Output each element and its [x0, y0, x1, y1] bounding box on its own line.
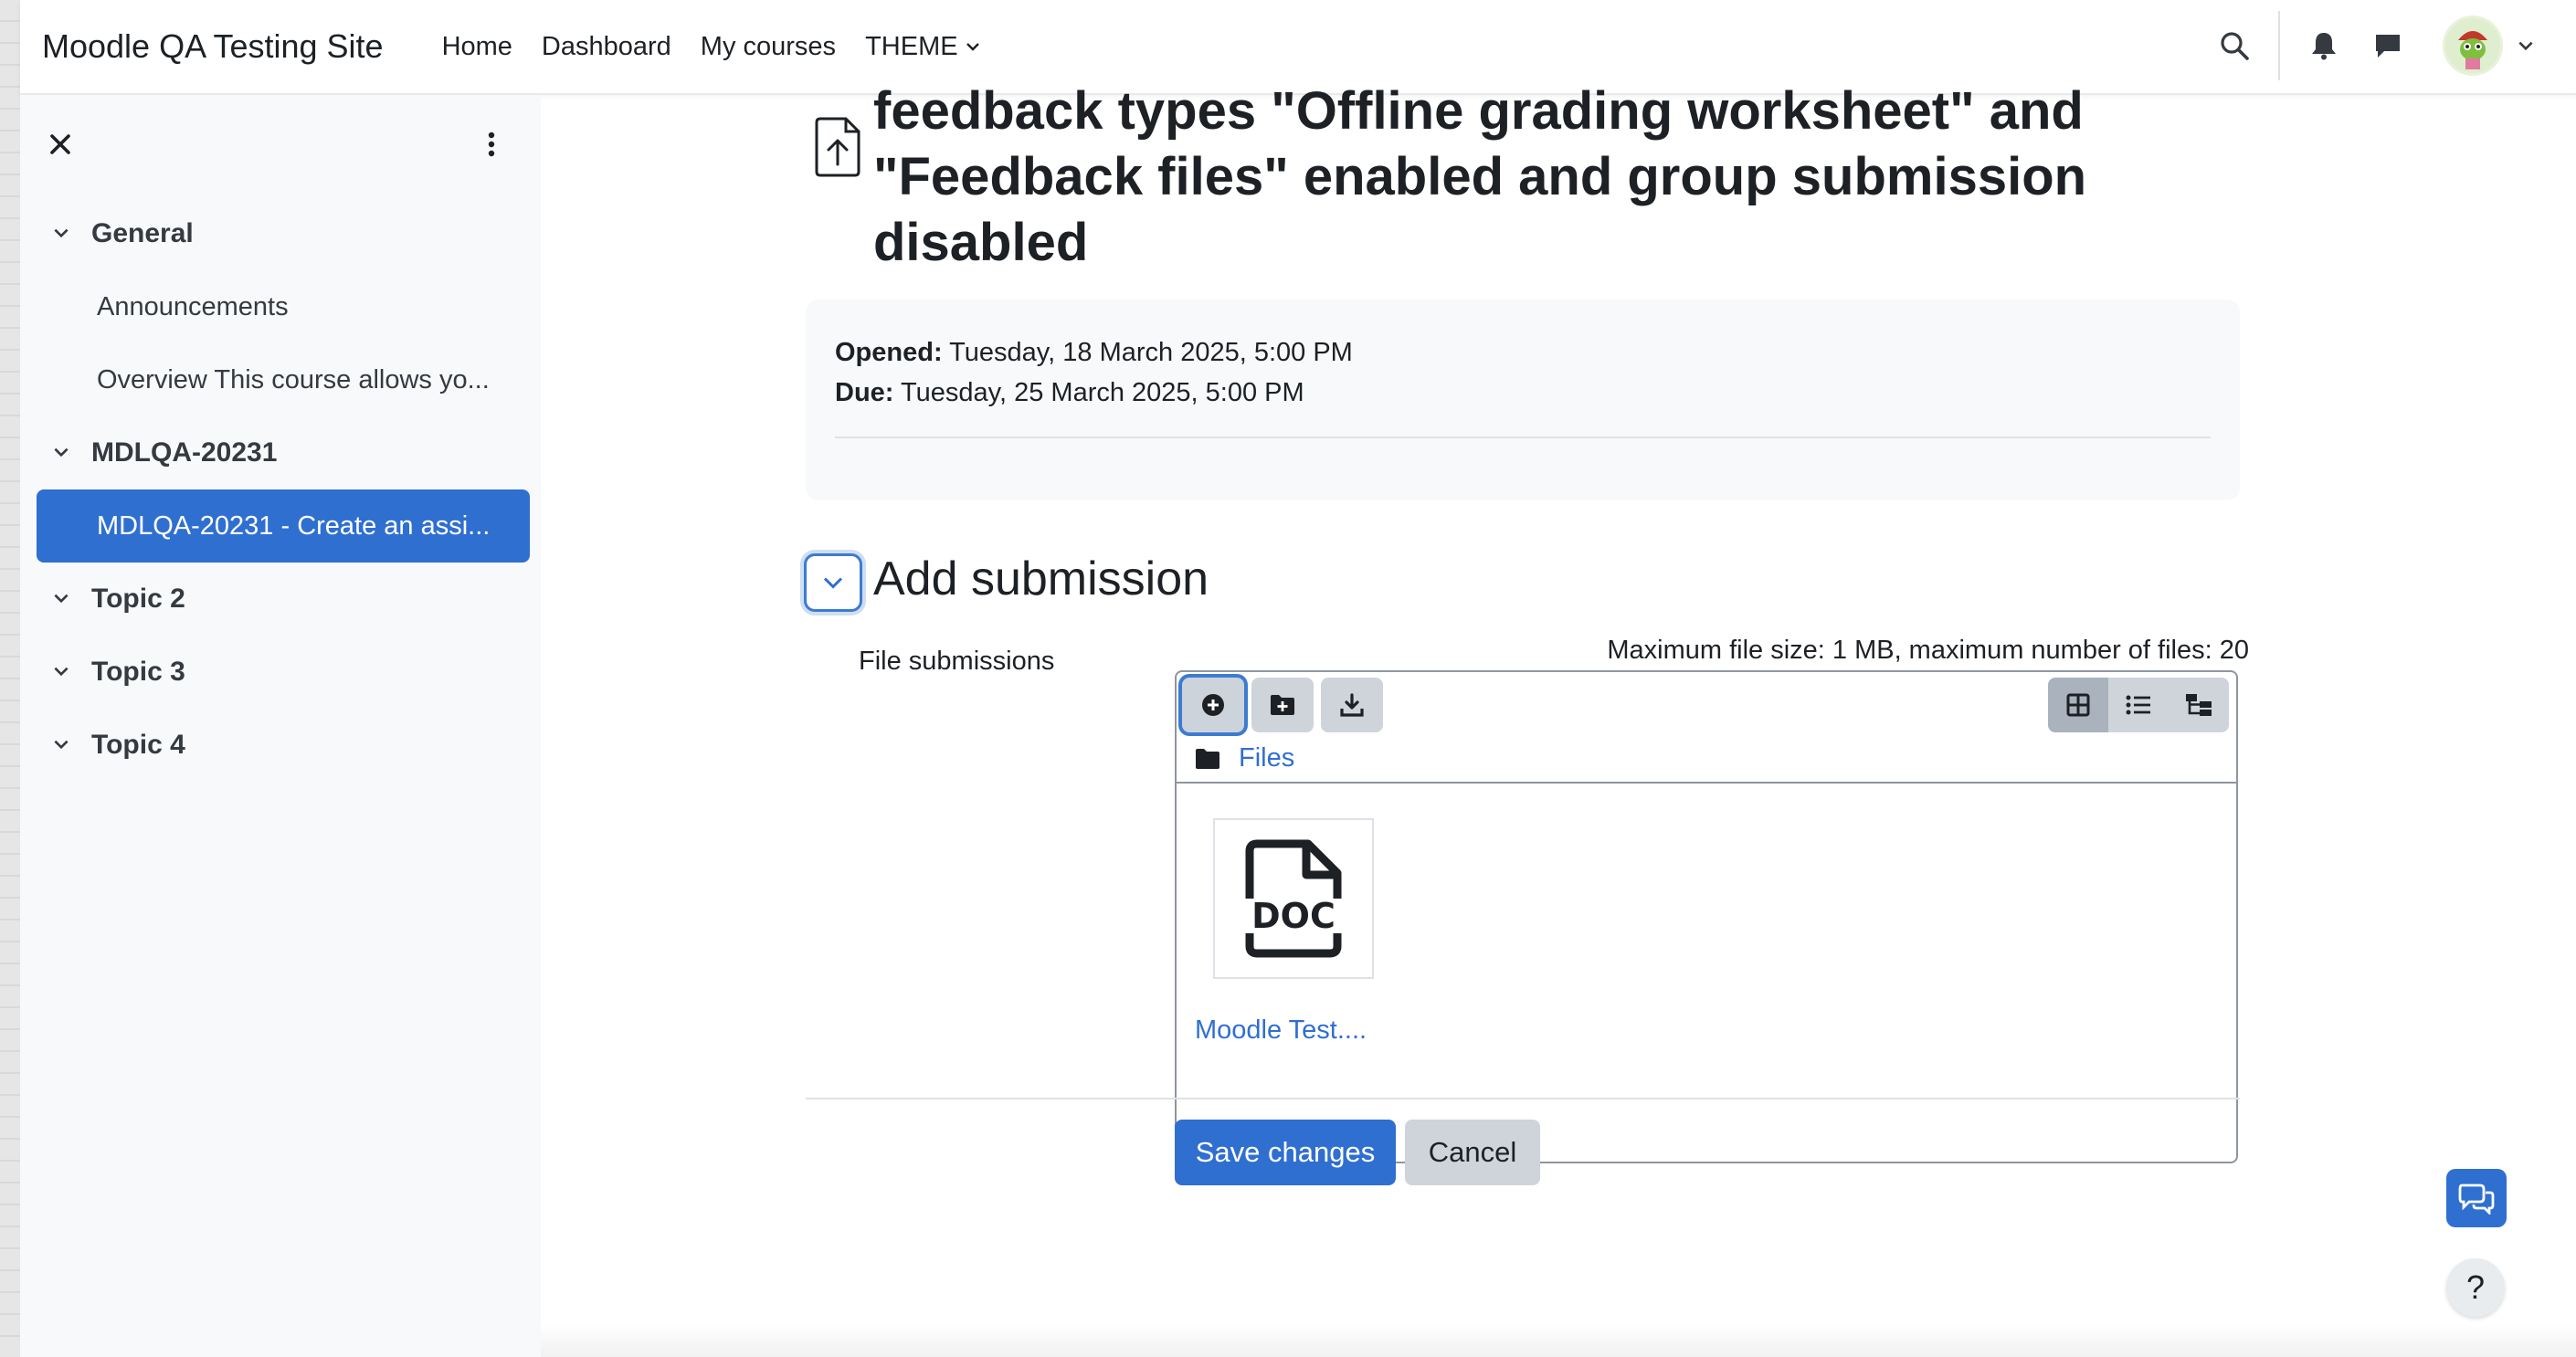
browser-page: Moodle QA Testing Site Home Dashboard My…: [20, 0, 2576, 1357]
course-index-drawer: General Announcements Overview This cour…: [20, 95, 541, 1357]
course-section-general[interactable]: General: [20, 197, 541, 270]
avatar-icon: [2445, 18, 2500, 73]
list-view-icon: [2126, 695, 2150, 715]
file-name-link[interactable]: Moodle Test....: [1195, 1015, 1367, 1046]
floating-chat-button[interactable]: [2446, 1169, 2507, 1227]
grid-view-button[interactable]: [2048, 678, 2108, 732]
drawer-options-button[interactable]: [473, 126, 510, 163]
course-section-topic-2[interactable]: Topic 2: [20, 563, 541, 636]
section-label: Topic 3: [91, 657, 185, 687]
nav-divider: [2278, 11, 2280, 80]
bell-icon: [2312, 33, 2336, 60]
nav-home[interactable]: Home: [442, 32, 512, 62]
bottom-shadow: [541, 1324, 2576, 1357]
chevron-down-icon[interactable]: [51, 734, 71, 754]
opened-date: Opened: Tuesday, 18 March 2025, 5:00 PM: [835, 338, 1353, 368]
file-manager: Files DOC Moodle Test....: [1175, 670, 2238, 1163]
file-path-breadcrumb: Files: [1195, 743, 1294, 773]
background-window-edge: [0, 0, 21, 1357]
folder-icon: [1196, 748, 1219, 769]
nav-theme[interactable]: THEME: [865, 32, 982, 62]
due-date: Due: Tuesday, 25 March 2025, 5:00 PM: [835, 378, 1304, 408]
chevron-down-icon: [823, 577, 843, 589]
section-label: Topic 2: [91, 584, 185, 614]
chevron-down-icon[interactable]: [51, 223, 71, 243]
tree-view-icon: [2186, 694, 2212, 716]
due-label: Due:: [835, 378, 894, 407]
site-name[interactable]: Moodle QA Testing Site: [42, 27, 384, 66]
download-icon: [1340, 693, 1364, 717]
list-view-button[interactable]: [2108, 678, 2169, 732]
chat-icon: [2376, 35, 2400, 58]
add-file-button[interactable]: [1182, 678, 1244, 732]
cancel-button[interactable]: Cancel: [1405, 1120, 1540, 1185]
download-all-button[interactable]: [1321, 678, 1383, 732]
sidebar-item-active-assignment[interactable]: MDLQA-20231 - Create an assi...: [37, 489, 530, 563]
user-avatar[interactable]: [2443, 16, 2503, 76]
chevron-down-icon[interactable]: [51, 442, 71, 462]
activity-dates: Opened: Tuesday, 18 March 2025, 5:00 PM …: [806, 300, 2240, 500]
file-submissions-label: File submissions: [859, 647, 1055, 676]
sidebar-item-overview[interactable]: Overview This course allows yo...: [20, 343, 526, 416]
user-menu-chevron-icon[interactable]: [2516, 36, 2536, 56]
close-icon: [50, 134, 70, 154]
drawer-header: [20, 95, 541, 197]
new-folder-icon: [1271, 695, 1294, 715]
course-section-topic-4[interactable]: Topic 4: [20, 709, 541, 782]
nav-dashboard[interactable]: Dashboard: [542, 32, 671, 62]
files-root-link[interactable]: Files: [1239, 743, 1294, 773]
chevron-down-icon[interactable]: [51, 661, 71, 681]
section-label: Topic 4: [91, 730, 185, 760]
notifications-button[interactable]: [2296, 18, 2351, 73]
main-content: feedback types "Offline grading workshee…: [541, 81, 2576, 1357]
view-mode-toggle: [2048, 678, 2229, 732]
max-file-size-info: Maximum file size: 1 MB, maximum number …: [1607, 636, 2249, 665]
help-button[interactable]: ?: [2446, 1258, 2505, 1317]
chat-bubbles-icon: [2458, 1183, 2495, 1215]
search-icon: [2221, 32, 2249, 60]
nav-actions: [2207, 0, 2536, 91]
nav-my-courses[interactable]: My courses: [701, 32, 836, 62]
form-divider: [806, 1098, 2240, 1099]
save-changes-button[interactable]: Save changes: [1175, 1120, 1396, 1185]
upload-file-icon: [815, 117, 860, 177]
doc-file-type: DOC: [1251, 896, 1336, 936]
chevron-down-icon: [966, 43, 979, 51]
search-button[interactable]: [2207, 18, 2262, 73]
opened-label: Opened:: [835, 338, 943, 367]
nav-theme-label: THEME: [865, 31, 958, 61]
dates-divider: [835, 437, 2211, 438]
collapse-section-button[interactable]: [804, 553, 862, 612]
sidebar-item-announcements[interactable]: Announcements: [20, 270, 526, 343]
opened-value: Tuesday, 18 March 2025, 5:00 PM: [942, 338, 1353, 367]
grid-view-icon: [2066, 693, 2090, 717]
file-thumbnail[interactable]: DOC: [1213, 818, 1374, 979]
tree-view-button[interactable]: [2169, 678, 2229, 732]
kebab-icon: [488, 131, 495, 157]
doc-file-icon: DOC: [1240, 839, 1346, 958]
messages-button[interactable]: [2360, 18, 2415, 73]
section-label: General: [91, 218, 194, 248]
close-drawer-button[interactable]: [42, 126, 79, 163]
section-label: MDLQA-20231: [91, 437, 278, 468]
due-value: Tuesday, 25 March 2025, 5:00 PM: [893, 378, 1304, 407]
course-section-mdlqa-20231[interactable]: MDLQA-20231: [20, 416, 541, 489]
create-folder-button[interactable]: [1251, 678, 1314, 732]
file-manager-toolbar: Files: [1177, 672, 2236, 784]
course-section-topic-3[interactable]: Topic 3: [20, 636, 541, 709]
chevron-down-icon[interactable]: [51, 588, 71, 608]
page-title: feedback types "Offline grading workshee…: [873, 81, 2087, 272]
section-heading: Add submission: [873, 552, 1209, 605]
primary-nav: Home Dashboard My courses THEME: [442, 32, 982, 62]
add-file-icon: [1202, 694, 1224, 716]
